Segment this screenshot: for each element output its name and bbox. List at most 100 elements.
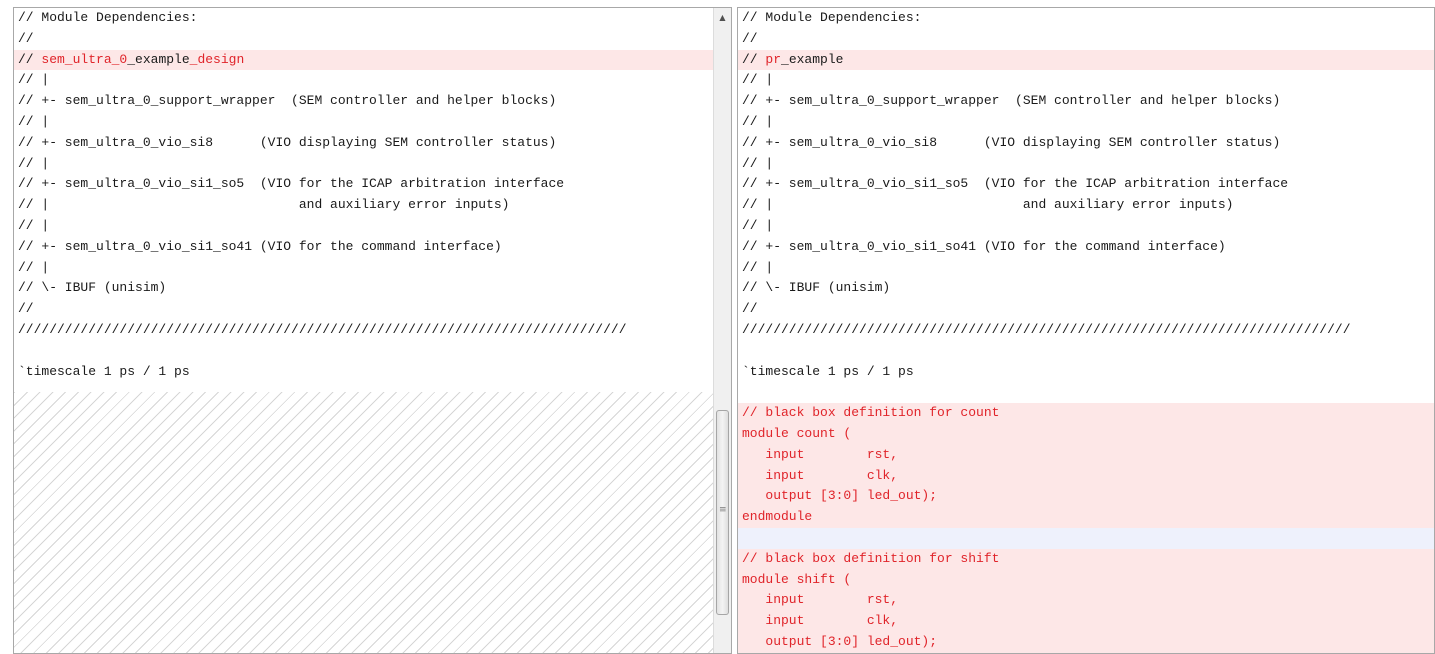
- code-text: module count (: [742, 425, 852, 441]
- code-line[interactable]: // black box definition for count: [738, 403, 1434, 424]
- code-line[interactable]: `timescale 1 ps / 1 ps: [14, 362, 713, 383]
- code-text: output [3:0] led_out);: [742, 488, 938, 504]
- code-text: // +- sem_ultra_0_vio_si1_so41 (VIO for …: [742, 238, 1226, 254]
- code-line[interactable]: // |: [14, 154, 713, 175]
- code-text: // +- sem_ultra_0_support_wrapper (SEM c…: [742, 93, 1281, 109]
- code-line[interactable]: // \- IBUF (unisim): [14, 278, 713, 299]
- code-text: // |: [742, 113, 774, 129]
- code-text: // \- IBUF (unisim): [18, 280, 167, 296]
- code-text: // |: [742, 217, 774, 233]
- code-line[interactable]: input rst,: [738, 590, 1434, 612]
- code-text: // | and auxiliary error inputs): [18, 197, 510, 213]
- code-line[interactable]: // |: [14, 70, 713, 91]
- scroll-up-icon[interactable]: ▲: [714, 8, 731, 26]
- code-line[interactable]: //: [14, 299, 713, 320]
- code-text: // |: [18, 113, 50, 129]
- left-diff-pane[interactable]: // Module Dependencies://// sem_ultra_0_…: [13, 7, 732, 654]
- code-text: // |: [742, 259, 774, 275]
- code-text: // |: [742, 155, 774, 171]
- code-text: // +- sem_ultra_0_vio_si1_so41 (VIO for …: [18, 238, 502, 254]
- code-line[interactable]: input rst,: [738, 444, 1434, 466]
- code-text: // | and auxiliary error inputs): [742, 197, 1234, 213]
- code-text: // Module Dependencies:: [18, 10, 198, 25]
- code-line[interactable]: // Module Dependencies:: [738, 8, 1434, 29]
- code-line[interactable]: //: [738, 299, 1434, 320]
- code-line[interactable]: // +- sem_ultra_0_support_wrapper (SEM c…: [738, 91, 1434, 112]
- code-text: //: [18, 301, 34, 317]
- code-line[interactable]: // |: [14, 112, 713, 133]
- code-line[interactable]: input clk,: [738, 465, 1434, 487]
- code-line[interactable]: endmodule: [738, 507, 1434, 528]
- left-code-lines[interactable]: // Module Dependencies://// sem_ultra_0_…: [14, 8, 713, 382]
- code-text: // +- sem_ultra_0_vio_si1_so5 (VIO for t…: [742, 176, 1289, 192]
- code-line[interactable]: `timescale 1 ps / 1 ps: [738, 362, 1434, 383]
- right-diff-pane[interactable]: // Module Dependencies://// pr_example//…: [737, 7, 1435, 654]
- code-line[interactable]: // sem_ultra_0_example_design: [14, 49, 713, 71]
- right-code-lines[interactable]: // Module Dependencies://// pr_example//…: [738, 8, 1434, 653]
- code-text: //: [18, 51, 42, 67]
- code-text: // |: [18, 155, 50, 171]
- code-line[interactable]: // \- IBUF (unisim): [738, 278, 1434, 299]
- left-vertical-scrollbar[interactable]: ▲ ≡: [713, 8, 731, 653]
- code-line[interactable]: [738, 382, 1434, 403]
- code-line[interactable]: module count (: [738, 423, 1434, 445]
- code-text: `timescale 1 ps / 1 ps: [18, 363, 190, 379]
- code-text: // +- sem_ultra_0_vio_si8 (VIO displayin…: [742, 134, 1281, 150]
- code-line[interactable]: output [3:0] led_out);: [738, 631, 1434, 653]
- scroll-thumb[interactable]: ≡: [716, 410, 729, 615]
- code-line[interactable]: // |: [738, 258, 1434, 279]
- code-line[interactable]: // | and auxiliary error inputs): [14, 195, 713, 216]
- code-text: // |: [18, 72, 50, 88]
- code-line[interactable]: // +- sem_ultra_0_vio_si1_so5 (VIO for t…: [738, 174, 1434, 195]
- code-text: // |: [18, 259, 50, 275]
- code-text: // \- IBUF (unisim): [742, 280, 891, 296]
- code-line[interactable]: // +- sem_ultra_0_vio_si1_so41 (VIO for …: [14, 237, 713, 258]
- code-line[interactable]: //: [14, 29, 713, 50]
- code-line[interactable]: // +- sem_ultra_0_support_wrapper (SEM c…: [14, 91, 713, 112]
- code-line[interactable]: // |: [14, 258, 713, 279]
- code-line[interactable]: // +- sem_ultra_0_vio_si8 (VIO displayin…: [738, 133, 1434, 154]
- code-line[interactable]: [14, 341, 713, 362]
- code-text: // Module Dependencies:: [742, 10, 922, 25]
- code-text: // black box definition for count: [742, 405, 1000, 421]
- code-line[interactable]: // |: [738, 216, 1434, 237]
- code-text: //: [742, 301, 758, 317]
- code-line[interactable]: // |: [738, 154, 1434, 175]
- missing-lines-placeholder: [14, 392, 713, 653]
- code-line[interactable]: // | and auxiliary error inputs): [738, 195, 1434, 216]
- code-text: _example: [127, 51, 190, 67]
- code-line[interactable]: // Module Dependencies:: [14, 8, 713, 29]
- code-text: // black box definition for shift: [742, 550, 1000, 566]
- code-text: //: [742, 30, 758, 46]
- code-line[interactable]: input clk,: [738, 611, 1434, 632]
- code-text: module shift (: [742, 571, 852, 587]
- code-line[interactable]: // |: [738, 70, 1434, 91]
- code-line[interactable]: // |: [14, 216, 713, 237]
- scroll-grip-icon: ≡: [719, 505, 727, 515]
- code-text: endmodule: [742, 509, 813, 525]
- code-line[interactable]: module shift (: [738, 569, 1434, 591]
- code-line[interactable]: output [3:0] led_out);: [738, 486, 1434, 508]
- code-line[interactable]: [738, 527, 1434, 549]
- code-line[interactable]: // |: [738, 112, 1434, 133]
- code-text: // +- sem_ultra_0_support_wrapper (SEM c…: [18, 93, 557, 109]
- code-line[interactable]: // +- sem_ultra_0_vio_si1_so5 (VIO for t…: [14, 174, 713, 195]
- code-line[interactable]: ////////////////////////////////////////…: [738, 320, 1434, 341]
- code-line[interactable]: // black box definition for shift: [738, 548, 1434, 570]
- code-text: output [3:0] led_out);: [742, 633, 938, 649]
- code-line[interactable]: // +- sem_ultra_0_vio_si1_so41 (VIO for …: [738, 237, 1434, 258]
- code-text: input clk,: [742, 613, 899, 629]
- code-text: sem_ultra_0: [41, 51, 128, 67]
- code-line[interactable]: // +- sem_ultra_0_vio_si8 (VIO displayin…: [14, 133, 713, 154]
- code-text: // +- sem_ultra_0_vio_si1_so5 (VIO for t…: [18, 176, 565, 192]
- code-text: ////////////////////////////////////////…: [18, 321, 627, 337]
- code-text: //: [742, 51, 766, 67]
- code-text: ////////////////////////////////////////…: [742, 321, 1351, 337]
- code-line[interactable]: //: [738, 29, 1434, 50]
- code-line[interactable]: // pr_example: [738, 49, 1434, 71]
- code-text: input rst,: [742, 592, 899, 608]
- code-text: `timescale 1 ps / 1 ps: [742, 363, 914, 379]
- code-text: input rst,: [742, 446, 899, 462]
- code-line[interactable]: ////////////////////////////////////////…: [14, 320, 713, 341]
- code-line[interactable]: [738, 341, 1434, 362]
